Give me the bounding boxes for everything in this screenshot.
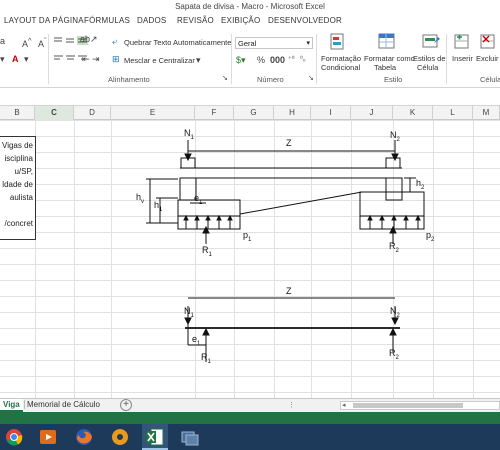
column-header[interactable]: J	[351, 106, 393, 120]
status-bar	[0, 412, 500, 424]
decrease-decimal-icon[interactable]: ⁰₀	[300, 55, 306, 63]
group-label-alignment: Alinhamento	[108, 75, 150, 84]
font-size-up-icon[interactable]: a	[0, 36, 5, 46]
horizontal-scrollbar[interactable]: ◂	[340, 401, 500, 410]
alignment-launcher-icon[interactable]: ↘	[222, 74, 228, 82]
format-table-button[interactable]: Formatar como	[364, 54, 415, 63]
ribbon: a A^ Aˇ ▾ A ▾ ab↗ ⇤ ⇥ ⤶ Quebrar Texto Au…	[0, 30, 500, 88]
cell-styles-icon[interactable]	[422, 33, 440, 51]
column-header[interactable]: H	[274, 106, 311, 120]
tab-page-layout[interactable]: LAYOUT DA PÁGINA	[4, 16, 84, 25]
wrap-text-icon[interactable]: ⤶	[112, 36, 117, 47]
merge-dropdown-icon[interactable]: ▾	[196, 55, 201, 66]
tab-data[interactable]: DADOS	[137, 16, 166, 25]
column-header[interactable]: G	[234, 106, 274, 120]
sheet-tab-memorial[interactable]: Memorial de Cálculo	[24, 400, 102, 409]
settings-gear-icon[interactable]	[110, 427, 130, 447]
add-sheet-icon[interactable]: +	[120, 399, 132, 411]
percent-icon[interactable]: %	[257, 55, 265, 65]
number-launcher-icon[interactable]: ↘	[308, 74, 314, 82]
accounting-format-icon[interactable]: $▾	[236, 55, 246, 66]
ribbon-tabs: LAYOUT DA PÁGINA FÓRMULAS DADOS REVISÃO …	[0, 14, 500, 30]
merge-center-button[interactable]: Mesclar e Centralizar	[124, 56, 195, 65]
column-header[interactable]: F	[195, 106, 234, 120]
group-label-number: Número	[257, 75, 284, 84]
scroll-left-icon[interactable]: ◂	[342, 401, 346, 409]
firefox-icon[interactable]	[74, 427, 94, 447]
window-title: Sapata de divisa - Macro - Microsoft Exc…	[0, 0, 500, 14]
number-format-value: Geral	[238, 39, 257, 48]
font-color-icon[interactable]: A	[12, 54, 19, 64]
column-header[interactable]: K	[393, 106, 433, 120]
indent-icon[interactable]: ⇤ ⇥	[82, 54, 100, 65]
increase-decimal-icon[interactable]: ⁺⁰	[288, 55, 295, 63]
column-header[interactable]: E	[111, 106, 195, 120]
conditional-format-button[interactable]: Formatação	[321, 54, 361, 63]
cell-styles-button[interactable]: Estilos de	[413, 54, 446, 63]
insert-cells-icon[interactable]	[454, 33, 470, 51]
number-format-select[interactable]: Geral ▾	[235, 37, 313, 49]
font-grow-icon[interactable]: A^	[22, 36, 32, 49]
fill-color-icon[interactable]: ▾	[0, 54, 5, 65]
delete-button[interactable]: Excluir	[476, 54, 499, 63]
conditional-format-line2: Condicional	[321, 63, 361, 72]
tab-formulas[interactable]: FÓRMULAS	[84, 16, 130, 25]
merge-center-icon[interactable]: ⊞	[112, 54, 120, 65]
comma-style-icon[interactable]: 000	[270, 55, 285, 65]
excel-taskbar-button[interactable]	[142, 424, 168, 450]
taskbar	[0, 424, 500, 450]
sheet-tab-bar: Viga Memorial de Cálculo + ⋮ ◂	[0, 398, 500, 412]
tab-view[interactable]: EXIBIÇÃO	[221, 16, 260, 25]
wrap-text-button[interactable]: Quebrar Texto Automaticamente	[124, 38, 231, 47]
column-header[interactable]: B	[0, 106, 35, 120]
column-header-selected[interactable]: C	[35, 106, 74, 120]
column-header[interactable]: L	[433, 106, 473, 120]
cell-styles-line2: Célula	[417, 63, 439, 72]
group-label-style: Estilo	[384, 75, 403, 84]
conditional-format-icon[interactable]	[330, 33, 346, 51]
sheet-tab-viga[interactable]: Viga	[0, 399, 23, 412]
excel-icon	[146, 428, 164, 446]
format-table-line2: Tabela	[374, 63, 397, 72]
format-table-icon[interactable]	[378, 33, 396, 51]
media-player-icon[interactable]	[38, 427, 58, 447]
insert-button[interactable]: Inserir	[452, 54, 473, 63]
tab-split-handle-icon[interactable]: ⋮	[288, 401, 295, 409]
window-app-icon[interactable]	[180, 427, 200, 447]
font-shrink-icon[interactable]: Aˇ	[38, 36, 47, 49]
tab-review[interactable]: REVISÃO	[177, 16, 214, 25]
scrollbar-thumb[interactable]	[353, 403, 463, 408]
chrome-icon[interactable]	[4, 427, 24, 447]
delete-cells-icon[interactable]	[480, 33, 496, 51]
column-headers: B C D E F G H I J K L M	[0, 106, 500, 120]
font-color-dropdown-icon[interactable]: ▾	[24, 54, 29, 65]
formula-bar[interactable]	[0, 88, 500, 106]
column-header[interactable]: M	[473, 106, 500, 120]
group-label-cells: Células	[480, 75, 500, 84]
chevron-down-icon: ▾	[306, 40, 310, 47]
column-header[interactable]: D	[74, 106, 111, 120]
footing-diagram[interactable]	[0, 120, 500, 398]
tab-developer[interactable]: DESENVOLVEDOR	[268, 16, 342, 25]
orientation-icon[interactable]: ab↗	[80, 34, 98, 45]
column-header[interactable]: I	[311, 106, 351, 120]
